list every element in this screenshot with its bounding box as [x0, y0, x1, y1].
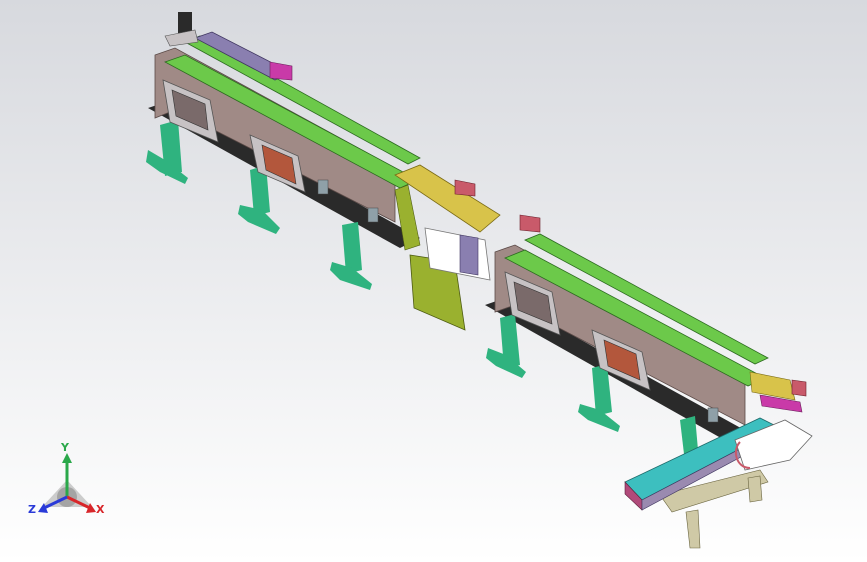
conveyor-assembly-model[interactable]	[0, 0, 867, 562]
triad-y-label: Y	[61, 441, 69, 454]
outlet-conveyor[interactable]	[624, 417, 813, 549]
coordinate-triad: Y X Z	[22, 441, 112, 525]
conveyor-section-1[interactable]	[146, 12, 421, 290]
cad-viewport[interactable]: Y X Z	[0, 0, 867, 562]
triad-z-label: Z	[28, 503, 36, 516]
triad-x-label: X	[96, 503, 105, 516]
